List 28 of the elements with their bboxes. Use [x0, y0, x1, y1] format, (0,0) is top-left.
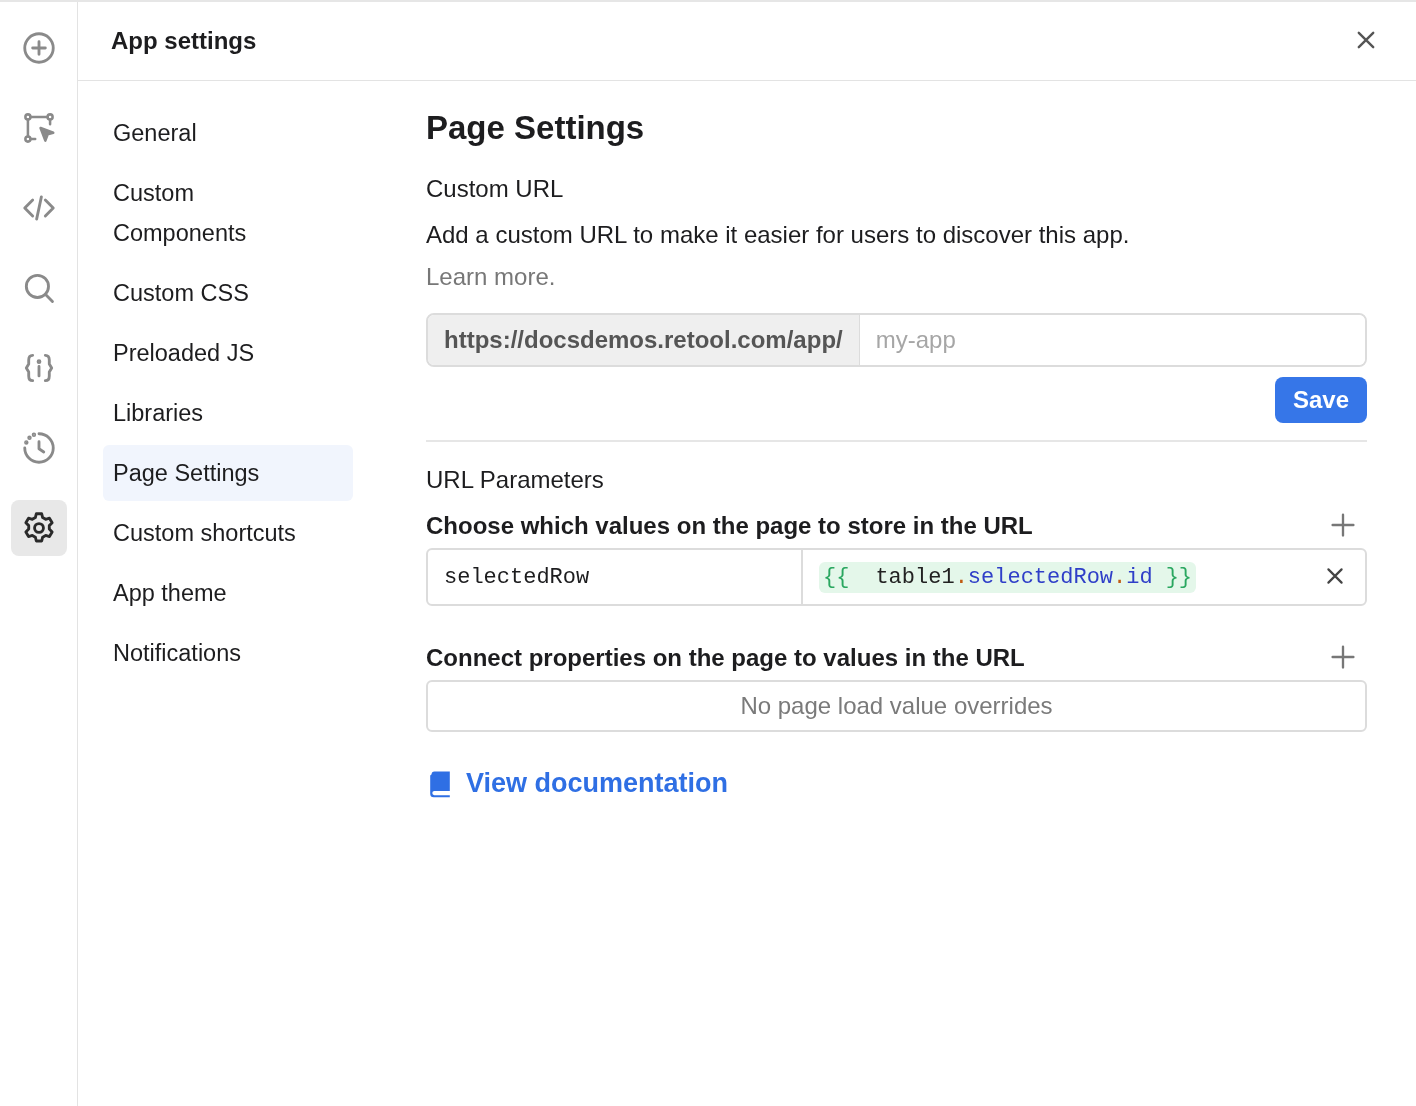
save-button[interactable]: Save	[1274, 377, 1367, 423]
section-heading: Custom URL	[426, 175, 564, 203]
add-icon	[1330, 512, 1356, 538]
window-title: App settings	[111, 27, 257, 55]
close-icon	[1324, 565, 1346, 587]
settings-button[interactable]	[10, 500, 67, 556]
documentation-link[interactable]: View documentation	[426, 768, 729, 799]
nav-item[interactable]: App theme	[103, 565, 353, 621]
add-icon	[1330, 644, 1356, 670]
nav-item[interactable]: Libraries	[103, 385, 353, 441]
key-field[interactable]: selectedRow	[428, 550, 803, 604]
page-title: Page Settings	[426, 109, 645, 147]
nav-item[interactable]: Custom Components	[103, 165, 353, 261]
nav-item[interactable]: Custom CSS	[103, 265, 353, 321]
url-field[interactable]: https://docsdemos.retool.com/app/ my-app	[426, 313, 1367, 367]
description-text: Add a custom URL to make it easier for users to discover this app.	[426, 221, 1130, 249]
nav-item[interactable]: General	[103, 105, 353, 161]
nav-item[interactable]: Notifications	[103, 625, 353, 681]
nav-item[interactable]: Custom shortcuts	[103, 505, 353, 561]
url-prefix: https://docsdemos.retool.com/app/	[428, 315, 860, 365]
learn-more-link[interactable]: Learn more.	[426, 263, 556, 291]
field-label: Connect properties on the page to values in the URL	[426, 644, 1025, 672]
field-label: Choose which values on the page to store in the URL	[426, 512, 1033, 540]
nav-item[interactable]: Page Settings	[103, 445, 353, 501]
empty-state-message: No page load value overrides	[426, 680, 1367, 732]
expression-value[interactable]: {{ table1.selectedRow.id }}	[819, 561, 1197, 593]
section-heading: URL Parameters	[426, 466, 604, 494]
nav-item[interactable]: Preloaded JS	[103, 325, 353, 381]
